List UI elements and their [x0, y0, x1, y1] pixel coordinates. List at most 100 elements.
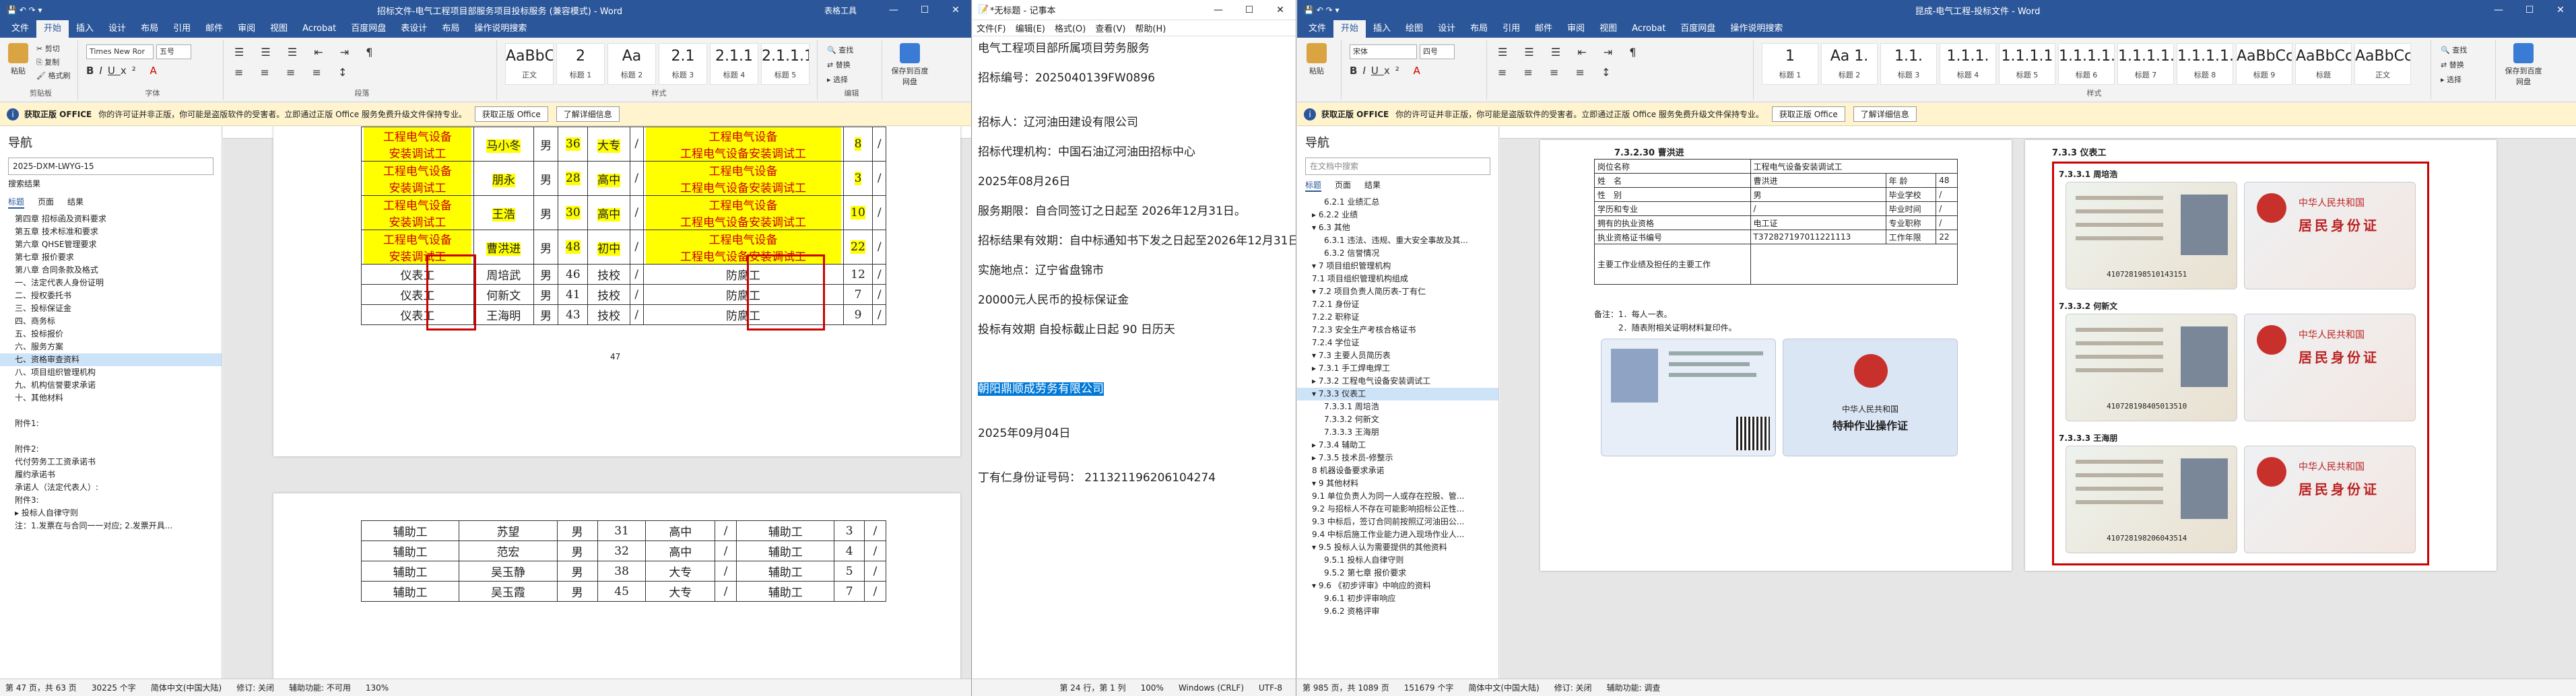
get-office-button[interactable]: 获取正版 Office — [1771, 106, 1845, 122]
style-gallery-item[interactable]: 1.1.1.1. 标题 6 — [2058, 43, 2115, 85]
close-icon[interactable]: ✕ — [2545, 5, 2576, 15]
style-gallery-item[interactable]: AaBbCcDd 正文 — [2354, 43, 2411, 85]
font-format-buttons[interactable]: BIUx² A — [86, 65, 162, 77]
nav-item[interactable]: 注：1.发票在与合同一一对应; 2.发票开具... — [0, 520, 222, 532]
font-size-select[interactable]: 四号 — [1420, 44, 1455, 59]
nav-item[interactable]: 二、授权委托书 — [0, 289, 222, 302]
style-gallery-item[interactable]: 2 标题 1 — [556, 43, 605, 85]
minimize-icon[interactable]: — — [1203, 5, 1234, 15]
font-size-select[interactable]: 五号 — [156, 44, 191, 59]
ribbon-tab[interactable]: Acrobat — [295, 20, 343, 38]
nav-item[interactable]: 7.3.3.2 何新文 — [1297, 413, 1498, 426]
nav-item[interactable]: 第七章 报价要求 — [0, 251, 222, 264]
nav-tab[interactable]: 结果 — [1364, 179, 1381, 192]
ribbon-tab[interactable]: 邮件 — [198, 20, 230, 38]
nav-item[interactable]: ▾ 7.3 主要人员简历表 — [1297, 349, 1498, 362]
nav-item[interactable]: 9.4 中标后施工作业能力进入现场作业人... — [1297, 528, 1498, 541]
notepad-menu-item[interactable]: 格式(O) — [1055, 22, 1086, 34]
ribbon-tab[interactable]: 视图 — [263, 20, 295, 38]
maximize-icon[interactable]: ☐ — [909, 5, 940, 15]
font-format-buttons[interactable]: BIUx² A — [1350, 65, 1426, 77]
nav-item[interactable]: ▸ 6.2.2 业绩 — [1297, 209, 1498, 221]
save-baidu-button[interactable]: 保存到百度网盘 — [890, 43, 929, 87]
nav-item[interactable]: 附件2: — [0, 443, 222, 456]
notepad-menu-item[interactable]: 编辑(E) — [1016, 22, 1045, 34]
notepad-menu-item[interactable]: 查看(V) — [1095, 22, 1125, 34]
nav-item[interactable]: 7.2.1 身份证 — [1297, 298, 1498, 311]
ribbon-tab[interactable]: 操作说明搜索 — [467, 20, 534, 38]
ribbon-tab[interactable]: 邮件 — [1527, 20, 1560, 38]
select-button[interactable]: ▸ 选择 — [827, 74, 848, 85]
font-name-select[interactable]: Times New Ror — [86, 44, 154, 59]
nav-search-input[interactable]: 2025-DXM-LWYG-15 — [8, 158, 213, 175]
style-gallery-item[interactable]: 1.1.1.1.1. 标题 8 — [2177, 43, 2233, 85]
list-buttons[interactable]: ☰ ☰ ☰ ⇤ ⇥ ¶ — [1498, 46, 1643, 59]
style-gallery-item[interactable]: AaBbC 正文 — [505, 43, 554, 85]
nav-item[interactable]: 三、投标保证金 — [0, 302, 222, 315]
ribbon-tab[interactable]: 开始 — [1333, 20, 1366, 38]
ribbon-tab[interactable]: 引用 — [1495, 20, 1527, 38]
replace-button[interactable]: ⇄ 替换 — [2441, 59, 2464, 70]
ribbon-tab[interactable]: 绘图 — [1398, 20, 1430, 38]
style-gallery-item[interactable]: Aa 标题 2 — [607, 43, 656, 85]
nav-item[interactable]: 7.2.4 学位证 — [1297, 337, 1498, 349]
nav-item[interactable]: ▾ 9 其他材料 — [1297, 477, 1498, 490]
nav-item[interactable] — [0, 430, 222, 443]
paste-button[interactable]: 粘贴 — [1307, 43, 1327, 76]
save-baidu-button[interactable]: 保存到百度网盘 — [2504, 43, 2543, 87]
style-gallery-item[interactable]: 2.1.1 标题 4 — [710, 43, 758, 85]
ribbon-tab[interactable]: 审阅 — [1560, 20, 1592, 38]
ribbon-tab[interactable]: 文件 — [4, 20, 36, 38]
notepad-menu-item[interactable]: 文件(F) — [977, 22, 1006, 34]
nav-item[interactable]: 9.1 单位负责人为同一人或存在控股、管... — [1297, 490, 1498, 503]
nav-item[interactable]: 第四章 招标函及资料要求 — [0, 213, 222, 225]
select-button[interactable]: ▸ 选择 — [2441, 74, 2462, 85]
style-gallery-item[interactable]: Aa 1. 标题 2 — [1821, 43, 1878, 85]
nav-item[interactable]: 八、项目组织管理机构 — [0, 366, 222, 379]
nav-item[interactable]: 6.3.2 信誉情况 — [1297, 247, 1498, 260]
ribbon-tab[interactable]: 布局 — [1463, 20, 1495, 38]
find-button[interactable]: 🔍 查找 — [2441, 44, 2467, 55]
nav-item[interactable]: 7.1 项目组织管理机构组成 — [1297, 273, 1498, 285]
nav-tab[interactable]: 页面 — [38, 196, 54, 209]
nav-item[interactable]: 7.2.3 安全生产考核合格证书 — [1297, 324, 1498, 337]
replace-button[interactable]: ⇄ 替换 — [827, 59, 851, 70]
nav-item[interactable]: 第六章 QHSE管理要求 — [0, 238, 222, 251]
nav-item[interactable]: ▾ 6.3 其他 — [1297, 221, 1498, 234]
nav-item[interactable]: 9.5.1 投标人自律守则 — [1297, 554, 1498, 567]
nav-item[interactable]: 第五章 技术标准和要求 — [0, 225, 222, 238]
nav-item[interactable]: 6.3.1 违法、违规、重大安全事故及其... — [1297, 234, 1498, 247]
quick-access-icons[interactable]: 💾 ↶ ↷ ▾ — [1297, 5, 1472, 15]
copy-button[interactable]: ⎘ 复制 — [36, 57, 59, 67]
style-gallery-item[interactable]: 1.1. 标题 3 — [1880, 43, 1937, 85]
nav-item[interactable]: ▸ 7.3.2 工程电气设备安装调试工 — [1297, 375, 1498, 388]
nav-item[interactable]: 十、其他材料 — [0, 392, 222, 405]
nav-item[interactable]: ▾ 9.5 投标人认为需要提供的其他资料 — [1297, 541, 1498, 554]
paste-button[interactable]: 粘贴 — [8, 43, 28, 76]
ribbon-tab[interactable]: 布局 — [133, 20, 166, 38]
maximize-icon[interactable]: ☐ — [1234, 5, 1265, 15]
list-buttons[interactable]: ☰ ☰ ☰ ⇤ ⇥ ¶ — [234, 46, 379, 59]
nav-item[interactable]: 五、投标报价 — [0, 328, 222, 341]
close-icon[interactable]: ✕ — [940, 5, 971, 15]
nav-tab[interactable]: 标题 — [8, 196, 25, 209]
ribbon-tab[interactable]: 操作说明搜索 — [1723, 20, 1790, 38]
ribbon-tab[interactable]: 设计 — [1430, 20, 1463, 38]
nav-item[interactable]: ▾ 9.6 《初步评审》中响应的资料 — [1297, 580, 1498, 592]
ribbon-tab[interactable]: 百度网盘 — [1673, 20, 1723, 38]
nav-item[interactable]: ▾ 7.2 项目负责人简历表-丁有仁 — [1297, 285, 1498, 298]
nav-item[interactable]: 九、机构信誉要求承诺 — [0, 379, 222, 392]
nav-item[interactable]: 代付劳务工工资承诺书 — [0, 456, 222, 468]
align-buttons[interactable]: ≡ ≡ ≡ ≡ ↕ — [234, 66, 354, 79]
nav-item[interactable]: ▸ 7.3.1 手工焊电焊工 — [1297, 362, 1498, 375]
ribbon-tab[interactable]: 表设计 — [393, 20, 434, 38]
maximize-icon[interactable]: ☐ — [2514, 5, 2545, 15]
style-gallery-item[interactable]: 2.1.1.1 标题 5 — [761, 43, 810, 85]
get-office-button[interactable]: 获取正版 Office — [474, 106, 548, 122]
nav-item[interactable]: ▸ 投标人自律守则 — [0, 507, 222, 520]
style-gallery-item[interactable]: 1 标题 1 — [1762, 43, 1818, 85]
ribbon-tab[interactable]: 引用 — [166, 20, 198, 38]
nav-item[interactable]: 一、法定代表人身份证明 — [0, 277, 222, 289]
nav-item[interactable]: ▸ 7.3.5 技术员-修整示 — [1297, 452, 1498, 464]
learn-more-button[interactable]: 了解详细信息 — [556, 106, 620, 122]
